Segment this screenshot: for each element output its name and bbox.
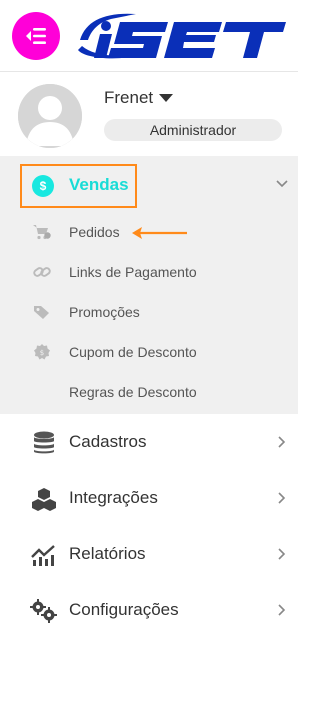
- menu-toggle-button[interactable]: [12, 12, 60, 60]
- menu-item-relatorios[interactable]: Relatórios: [0, 526, 298, 582]
- cubes-icon: [30, 486, 58, 512]
- menu-item-cadastros[interactable]: Cadastros: [0, 414, 298, 470]
- menu-item-vendas[interactable]: $ Vendas: [0, 156, 298, 216]
- header: [0, 0, 298, 72]
- database-icon: [30, 430, 58, 456]
- menu-item-label: Cadastros: [69, 432, 147, 451]
- caret-down-icon: [159, 93, 174, 102]
- coupon-icon: $: [33, 343, 51, 361]
- vendas-section: $ Vendas Pedidos Links de Pagamento Prom…: [0, 156, 298, 414]
- annotation-arrow-icon: [132, 227, 187, 239]
- link-icon: [33, 263, 51, 281]
- submenu-item-label: Promoções: [69, 304, 140, 320]
- cart-icon: [33, 223, 51, 241]
- svg-text:$: $: [40, 349, 44, 357]
- submenu-item-label: Cupom de Desconto: [69, 344, 197, 360]
- submenu-item-cupom-de-desconto[interactable]: $ Cupom de Desconto: [0, 332, 298, 372]
- menu-item-label: Relatórios: [69, 544, 146, 563]
- chevron-right-icon: [278, 436, 286, 448]
- menu-item-label: Integrações: [69, 488, 158, 507]
- chart-icon: [30, 542, 58, 568]
- user-name: Frenet: [104, 88, 154, 107]
- menu-item-label: Configurações: [69, 600, 179, 619]
- role-badge: Administrador: [104, 119, 282, 141]
- chevron-right-icon: [278, 548, 286, 560]
- chevron-down-icon[interactable]: [276, 180, 288, 188]
- submenu-item-links-de-pagamento[interactable]: Links de Pagamento: [0, 252, 298, 292]
- submenu-item-promocoes[interactable]: Promoções: [0, 292, 298, 332]
- chevron-right-icon: [278, 604, 286, 616]
- user-menu-trigger[interactable]: Frenet: [104, 88, 174, 108]
- default-user-icon: [18, 84, 82, 148]
- menu-item-configuracoes[interactable]: Configurações: [0, 582, 298, 638]
- avatar[interactable]: [18, 84, 82, 148]
- submenu-item-regras-de-desconto[interactable]: Regras de Desconto: [0, 372, 298, 412]
- user-profile: Frenet Administrador: [0, 72, 298, 156]
- gears-icon: [30, 598, 58, 624]
- submenu-item-label: Links de Pagamento: [69, 264, 197, 280]
- chevron-right-icon: [278, 492, 286, 504]
- tag-icon: [33, 303, 51, 321]
- menu-collapse-icon: [26, 28, 46, 44]
- dollar-circle-icon: $: [32, 175, 54, 197]
- menu-item-vendas-label: Vendas: [69, 175, 129, 194]
- submenu-item-label: Pedidos: [69, 224, 120, 240]
- menu-item-integracoes[interactable]: Integrações: [0, 470, 298, 526]
- submenu-item-label: Regras de Desconto: [69, 384, 197, 400]
- iset-logo: [78, 13, 286, 59]
